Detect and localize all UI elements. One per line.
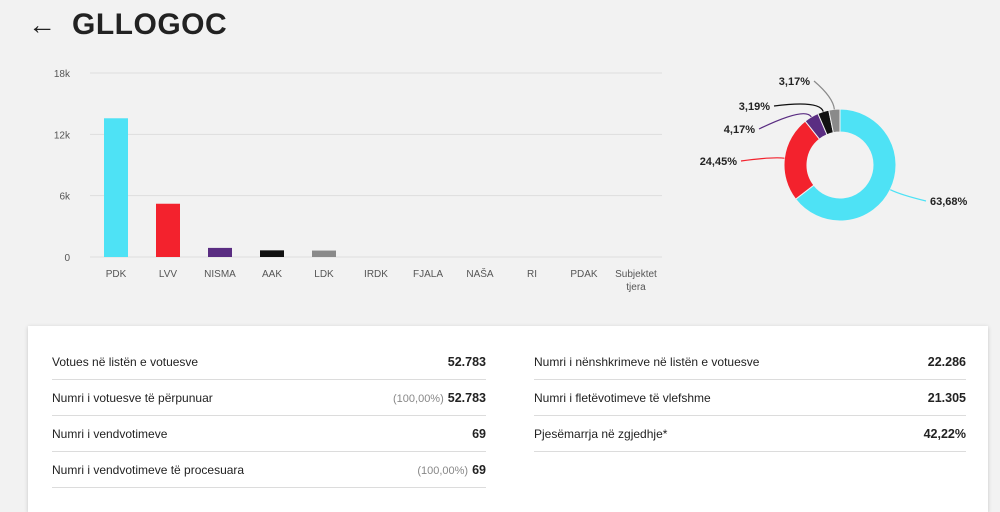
x-tick-label: AAK bbox=[262, 269, 282, 280]
y-tick-label: 12k bbox=[54, 130, 71, 141]
stat-row: Numri i vendvotimeve të procesuara (100,… bbox=[52, 452, 486, 488]
leader-line bbox=[773, 103, 824, 112]
stat-value: 21.305 bbox=[927, 390, 966, 405]
stat-value: 42,22% bbox=[923, 426, 966, 441]
stats-left-column: Votues në listën e votuesve 52.783 Numri… bbox=[52, 344, 486, 488]
page-title: GLLOGOC bbox=[72, 8, 228, 41]
bar bbox=[104, 118, 128, 257]
stat-percent: (100,00%) bbox=[393, 392, 444, 405]
x-tick-label: NAŠA bbox=[466, 267, 494, 280]
x-tick-label: PDK bbox=[106, 269, 127, 280]
stat-row: Numri i votuesve të përpunuar (100,00%) 5… bbox=[52, 380, 486, 416]
stat-row: Votues në listën e votuesve 52.783 bbox=[52, 344, 486, 380]
stats-card: Votues në listën e votuesve 52.783 Numri… bbox=[28, 326, 988, 512]
slice-label: 63,68% bbox=[930, 196, 968, 208]
x-tick-label: FJALA bbox=[413, 269, 443, 280]
x-tick-label: LVV bbox=[159, 269, 177, 280]
bar bbox=[312, 250, 336, 257]
bar bbox=[208, 247, 232, 257]
slice-label: 3,17% bbox=[779, 76, 810, 88]
stat-label: Numri i votuesve të përpunuar bbox=[52, 390, 213, 405]
stat-percent: (100,00%) bbox=[417, 464, 469, 477]
arrow-left-icon[interactable]: ← bbox=[28, 4, 56, 46]
x-tick-label: PDAK bbox=[570, 269, 598, 280]
stat-label: Pjesëmarrja në zgjedhje* bbox=[534, 426, 668, 441]
stat-label: Numri i fletëvotimeve të vlefshme bbox=[534, 390, 711, 405]
stat-row: Numri i vendvotimeve 69 bbox=[52, 416, 486, 452]
stats-right-column: Numri i nënshkrimeve në listën e votuesv… bbox=[534, 344, 966, 452]
slice-label: 24,45% bbox=[700, 156, 738, 168]
stat-label: Numri i vendvotimeve të procesuara bbox=[52, 462, 245, 477]
page-header: ← GLLOGOC bbox=[28, 4, 227, 46]
leader-line bbox=[813, 80, 835, 110]
stat-value: (100,00%) 69 bbox=[417, 462, 486, 477]
stat-label: Votues në listën e votuesve bbox=[52, 354, 199, 369]
y-tick-label: 6k bbox=[59, 192, 71, 203]
x-tick-label: NISMA bbox=[204, 269, 236, 280]
x-tick-label: RI bbox=[527, 269, 537, 280]
stat-value: 52.783 bbox=[447, 354, 486, 369]
slice-label: 4,17% bbox=[724, 124, 755, 136]
y-tick-label: 0 bbox=[64, 253, 70, 264]
stat-value: 22.286 bbox=[927, 354, 966, 369]
leader-line bbox=[889, 189, 927, 202]
bar-chart: 0 6k 12k 18k PDK LVV NISMA AAK LDK IRDK FJALA NAŠA R… bbox=[54, 69, 662, 293]
stat-value: (100,00%) 52.783 bbox=[393, 390, 486, 405]
stat-row: Numri i nënshkrimeve në listën e votuesv… bbox=[534, 344, 966, 380]
leader-line bbox=[740, 157, 785, 162]
slice-label: 3,19% bbox=[739, 101, 770, 113]
stat-row: Pjesëmarrja në zgjedhje* 42,22% bbox=[534, 416, 966, 452]
x-tick-label: IRDK bbox=[364, 269, 388, 280]
donut-chart: 63,68% 24,45% 4,17% 3,19% 3,17% bbox=[700, 76, 968, 222]
stat-label: Numri i vendvotimeve bbox=[52, 426, 168, 441]
stat-row: Numri i fletëvotimeve të vlefshme 21.305 bbox=[534, 380, 966, 416]
bar bbox=[156, 203, 180, 257]
y-tick-label: 18k bbox=[54, 69, 71, 80]
x-tick-label: Subjektet tjera bbox=[615, 269, 657, 293]
stat-value: 69 bbox=[472, 426, 486, 441]
stat-label: Numri i nënshkrimeve në listën e votuesv… bbox=[534, 354, 760, 369]
x-tick-label: LDK bbox=[314, 269, 334, 280]
bar bbox=[260, 250, 284, 257]
